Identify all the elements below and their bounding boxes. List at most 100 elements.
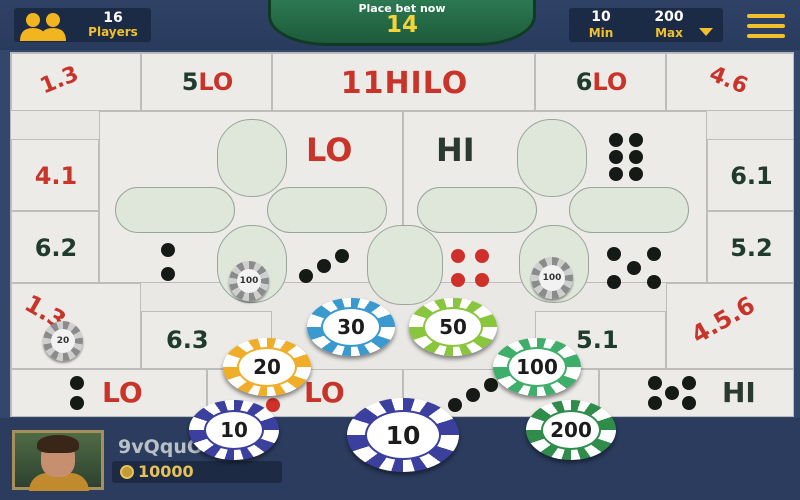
die-pip: [648, 396, 662, 410]
placed-chip[interactable]: 100: [531, 257, 573, 299]
bet-label-number: 5: [181, 68, 199, 96]
bet-cell-pair-1-3[interactable]: 1.3: [11, 53, 141, 111]
hamburger-line: [747, 24, 785, 28]
die-pip: [629, 167, 643, 181]
die-pip: [451, 249, 465, 263]
die-pip: [682, 376, 696, 390]
hamburger-line: [747, 34, 785, 38]
die-pip: [682, 396, 696, 410]
max-bet-label: Max: [655, 26, 683, 40]
bet-cell-hi[interactable]: HI: [599, 369, 794, 417]
chip-value: 200: [541, 410, 601, 450]
menu-button[interactable]: [747, 14, 785, 38]
bet-cell-pair-5-2[interactable]: 5.2: [707, 211, 794, 283]
chip-value: 50: [423, 307, 483, 347]
die-pip: [161, 267, 175, 281]
bet-label: 5LO: [142, 68, 273, 96]
players-icon: [20, 13, 66, 41]
die-pip: [648, 376, 662, 390]
bet-label: 6LO: [536, 68, 667, 96]
die-pip: [647, 275, 661, 289]
bet-timer-banner: Place bet now 14: [268, 0, 536, 46]
bet-slot-pill[interactable]: [417, 187, 537, 233]
chip-value: 10: [204, 410, 264, 450]
bet-cell-11hilo[interactable]: 11HILO: [272, 53, 535, 111]
die-pip: [451, 273, 465, 287]
placed-chip[interactable]: 20: [43, 321, 83, 361]
bet-slot-pill[interactable]: [267, 187, 387, 233]
bet-slot-pill[interactable]: [217, 119, 287, 197]
bet-label-number: 6: [575, 68, 593, 96]
die-pip: [607, 275, 621, 289]
bet-cell-6lo[interactable]: 6LO: [535, 53, 666, 111]
die-pip: [665, 386, 679, 400]
bet-cell-5lo[interactable]: 5LO: [141, 53, 272, 111]
die-pip: [161, 243, 175, 257]
min-bet-value: 10: [591, 9, 611, 25]
coin-icon: [120, 465, 134, 479]
bet-cell-lo-1[interactable]: LO: [11, 369, 207, 417]
chip-value: 100: [539, 265, 565, 291]
chip-value: 100: [237, 269, 261, 293]
chip-200[interactable]: 200: [526, 400, 616, 460]
bet-label: 1.3: [36, 61, 83, 100]
bet-slot-pill[interactable]: [367, 225, 443, 305]
bet-cell-4-5-6[interactable]: 4.5.6: [666, 283, 794, 369]
bet-label: 5.1: [576, 326, 619, 354]
bet-label: 4.6: [705, 61, 752, 100]
lo-label: LO: [306, 131, 353, 169]
hi-label: HI: [436, 131, 475, 169]
bet-slot-pill[interactable]: [115, 187, 235, 233]
placed-chip[interactable]: 100: [229, 261, 269, 301]
die-pip: [475, 249, 489, 263]
bet-slot-pill[interactable]: [517, 119, 587, 197]
max-bet-value: 200: [654, 9, 684, 25]
die-pip: [484, 378, 498, 392]
avatar[interactable]: [12, 430, 104, 491]
bet-label: 6.3: [166, 326, 209, 354]
bet-label: LO: [304, 376, 345, 409]
die-pip: [609, 150, 623, 164]
die-pip: [299, 269, 313, 283]
bet-label: LO: [102, 376, 143, 409]
chip-value: 20: [237, 347, 297, 387]
die-pip: [627, 261, 641, 275]
chip-10-selected[interactable]: 10: [347, 398, 459, 472]
bet-cell-pair-4-1[interactable]: 4.1: [11, 139, 99, 211]
die-pip: [466, 388, 480, 402]
bet-cell-pair-6-2[interactable]: 6.2: [11, 211, 99, 283]
players-label: Players: [88, 25, 138, 39]
die-pip: [475, 273, 489, 287]
hamburger-icon: [747, 14, 785, 18]
bet-limit-selector[interactable]: 10 Min 200 Max: [569, 8, 723, 42]
bet-label: 11HILO: [340, 66, 469, 101]
die-pip: [629, 150, 643, 164]
die-pip: [70, 376, 84, 390]
chevron-down-icon[interactable]: [699, 28, 713, 36]
bet-slot-pill[interactable]: [569, 187, 689, 233]
chip-value: 30: [321, 307, 381, 347]
die-pip: [647, 247, 661, 261]
bet-cell-pair-4-6[interactable]: 4.6: [666, 53, 794, 111]
avatar-hair: [37, 435, 79, 453]
bet-cell-pair-6-1[interactable]: 6.1: [707, 139, 794, 211]
chip-50[interactable]: 50: [409, 298, 497, 356]
bet-label: HI: [722, 376, 756, 409]
die-pip: [607, 247, 621, 261]
chip-10-small[interactable]: 10: [189, 400, 279, 460]
die-pip: [70, 396, 84, 410]
chip-20[interactable]: 20: [223, 338, 311, 396]
bet-label: 4.5.6: [686, 290, 760, 350]
players-count: 16: [103, 10, 123, 26]
players-counter: 16 Players: [14, 8, 151, 42]
bet-label-lo: LO: [198, 68, 234, 96]
die-pip: [335, 249, 349, 263]
die-pip: [317, 259, 331, 273]
player-balance: 10000: [138, 462, 194, 481]
chip-30[interactable]: 30: [307, 298, 395, 356]
die-pip: [609, 133, 623, 147]
chip-100[interactable]: 100: [493, 338, 581, 396]
bet-label: 6.1: [730, 162, 773, 190]
bet-label: 4.1: [34, 162, 78, 190]
die-pip: [629, 133, 643, 147]
